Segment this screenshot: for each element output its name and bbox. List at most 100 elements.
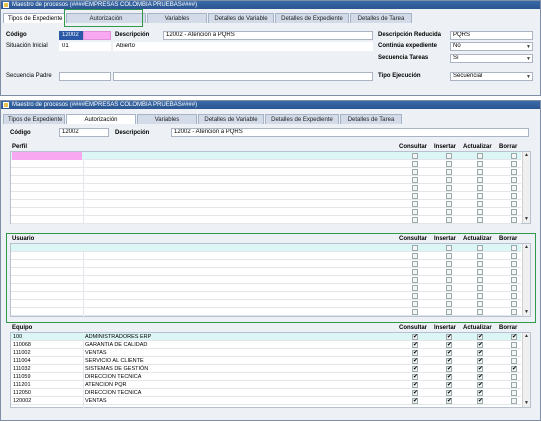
- equipo-consultar-checkbox[interactable]: ✔: [412, 382, 418, 388]
- perfil-actualizar-checkbox[interactable]: [477, 161, 483, 167]
- equipo-consultar-checkbox[interactable]: ✔: [412, 358, 418, 364]
- equipo-actualizar-checkbox[interactable]: ✔: [477, 342, 483, 348]
- perfil-borrar-checkbox[interactable]: [511, 217, 517, 223]
- equipo-actualizar-checkbox[interactable]: ✔: [477, 350, 483, 356]
- equipo-insertar-checkbox[interactable]: ✔: [446, 382, 452, 388]
- equipo-insertar-checkbox[interactable]: ✔: [446, 366, 452, 372]
- perfil-actualizar-checkbox[interactable]: [477, 193, 483, 199]
- back-tab-detalles-tarea[interactable]: Detalles de Tarea: [350, 13, 412, 23]
- tab-detalles-tarea[interactable]: Detalles de Tarea: [340, 114, 402, 124]
- perfil-row[interactable]: [11, 192, 521, 200]
- equipo-borrar-checkbox[interactable]: [511, 374, 517, 380]
- perfil-consultar-checkbox[interactable]: [412, 185, 418, 191]
- perfil-scrollbar[interactable]: ▲ ▼: [522, 152, 530, 223]
- perfil-borrar-checkbox[interactable]: [511, 193, 517, 199]
- equipo-consultar-checkbox[interactable]: ✔: [412, 366, 418, 372]
- perfil-insertar-checkbox[interactable]: [446, 153, 452, 159]
- perfil-actualizar-checkbox[interactable]: [477, 169, 483, 175]
- perfil-insertar-checkbox[interactable]: [446, 169, 452, 175]
- tab-tipos-expediente[interactable]: Tipos de Expediente: [3, 114, 65, 124]
- perfil-insertar-checkbox[interactable]: [446, 217, 452, 223]
- perfil-consultar-checkbox[interactable]: [412, 161, 418, 167]
- equipo-actualizar-checkbox[interactable]: ✔: [477, 334, 483, 340]
- equipo-consultar-checkbox[interactable]: ✔: [412, 342, 418, 348]
- equipo-insertar-checkbox[interactable]: ✔: [446, 398, 452, 404]
- equipo-insertar-checkbox[interactable]: ✔: [446, 342, 452, 348]
- perfil-actualizar-checkbox[interactable]: [477, 185, 483, 191]
- perfil-actualizar-checkbox[interactable]: [477, 209, 483, 215]
- equipo-borrar-checkbox[interactable]: [511, 350, 517, 356]
- perfil-consultar-checkbox[interactable]: [412, 169, 418, 175]
- perfil-row[interactable]: [11, 160, 521, 168]
- perfil-consultar-checkbox[interactable]: [412, 177, 418, 183]
- equipo-scrollbar[interactable]: ▲ ▼: [522, 333, 530, 407]
- perfil-actualizar-checkbox[interactable]: [477, 153, 483, 159]
- equipo-borrar-checkbox[interactable]: [511, 358, 517, 364]
- tab-detalles-variable[interactable]: Detalles de Variable: [198, 114, 264, 124]
- back-secuencia-padre-code[interactable]: [59, 72, 111, 81]
- equipo-insertar-checkbox[interactable]: ✔: [446, 374, 452, 380]
- perfil-row[interactable]: [11, 208, 521, 216]
- back-desc-reducida-field[interactable]: PQRS: [450, 31, 533, 40]
- equipo-consultar-checkbox[interactable]: ✔: [412, 398, 418, 404]
- perfil-consultar-checkbox[interactable]: [412, 209, 418, 215]
- back-situacion-value[interactable]: Abierto: [113, 42, 373, 51]
- equipo-insertar-checkbox[interactable]: ✔: [446, 390, 452, 396]
- perfil-borrar-checkbox[interactable]: [511, 177, 517, 183]
- scroll-up-icon[interactable]: ▲: [523, 333, 530, 340]
- equipo-borrar-checkbox[interactable]: [511, 382, 517, 388]
- equipo-consultar-checkbox[interactable]: ✔: [412, 390, 418, 396]
- perfil-consultar-checkbox[interactable]: [412, 201, 418, 207]
- perfil-borrar-checkbox[interactable]: [511, 201, 517, 207]
- tab-autorizacion[interactable]: Autorización: [66, 114, 136, 124]
- perfil-insertar-checkbox[interactable]: [446, 201, 452, 207]
- equipo-insertar-checkbox[interactable]: ✔: [446, 334, 452, 340]
- back-secuencia-tareas-select[interactable]: Sí ▼: [450, 54, 533, 63]
- equipo-borrar-checkbox[interactable]: ✔: [511, 334, 517, 340]
- equipo-actualizar-checkbox[interactable]: ✔: [477, 382, 483, 388]
- equipo-borrar-checkbox[interactable]: [511, 398, 517, 404]
- equipo-row[interactable]: 100 ADMINISTRADORES ERP ✔ ✔ ✔ ✔: [11, 333, 521, 341]
- perfil-row[interactable]: [11, 200, 521, 208]
- back-tab-detalles-variable[interactable]: Detalles de Variable: [208, 13, 274, 23]
- equipo-insertar-checkbox[interactable]: ✔: [446, 350, 452, 356]
- perfil-borrar-checkbox[interactable]: [511, 209, 517, 215]
- perfil-borrar-checkbox[interactable]: [511, 169, 517, 175]
- back-codigo-field[interactable]: 12002: [59, 31, 83, 40]
- perfil-insertar-checkbox[interactable]: [446, 185, 452, 191]
- scroll-down-icon[interactable]: ▼: [523, 216, 530, 223]
- tab-variables[interactable]: Variables: [137, 114, 197, 124]
- scroll-up-icon[interactable]: ▲: [523, 152, 530, 159]
- equipo-row[interactable]: 111059 DIRECCION TECNICA ✔ ✔ ✔: [11, 373, 521, 381]
- equipo-borrar-checkbox[interactable]: [511, 390, 517, 396]
- perfil-row[interactable]: [11, 216, 521, 224]
- equipo-consultar-checkbox[interactable]: ✔: [412, 350, 418, 356]
- equipo-actualizar-checkbox[interactable]: ✔: [477, 398, 483, 404]
- equipo-consultar-checkbox[interactable]: ✔: [412, 334, 418, 340]
- equipo-insertar-checkbox[interactable]: ✔: [446, 358, 452, 364]
- back-tipo-ejecucion-select[interactable]: Secuencial ▼: [450, 72, 533, 81]
- perfil-row[interactable]: [11, 152, 521, 160]
- equipo-row[interactable]: 111201 ATENCION PQR ✔ ✔ ✔: [11, 381, 521, 389]
- perfil-insertar-checkbox[interactable]: [446, 193, 452, 199]
- codigo-field[interactable]: 12002: [59, 128, 109, 137]
- back-tab-tipos[interactable]: Tipos de Expediente: [3, 13, 65, 23]
- equipo-row[interactable]: 111032 SISTEMAS DE GESTIÓN ✔ ✔ ✔ ✔: [11, 365, 521, 373]
- equipo-borrar-checkbox[interactable]: ✔: [511, 366, 517, 372]
- perfil-insertar-checkbox[interactable]: [446, 161, 452, 167]
- perfil-borrar-checkbox[interactable]: [511, 153, 517, 159]
- perfil-insertar-checkbox[interactable]: [446, 177, 452, 183]
- equipo-consultar-checkbox[interactable]: ✔: [412, 374, 418, 380]
- equipo-grid[interactable]: ▲ ▼ 100 ADMINISTRADORES ERP ✔ ✔ ✔ ✔ 110068 GARA…: [10, 332, 531, 409]
- scroll-down-icon[interactable]: ▼: [523, 400, 530, 407]
- tab-detalles-expediente[interactable]: Detalles de Expediente: [265, 114, 339, 124]
- perfil-actualizar-checkbox[interactable]: [477, 217, 483, 223]
- equipo-actualizar-checkbox[interactable]: ✔: [477, 366, 483, 372]
- back-continua-select[interactable]: No ▼: [450, 42, 533, 51]
- back-descripcion-field[interactable]: 12002 - Atencion a PQRS: [163, 31, 373, 40]
- perfil-row[interactable]: [11, 184, 521, 192]
- back-codigo-extra-field[interactable]: [83, 31, 111, 40]
- perfil-borrar-checkbox[interactable]: [511, 185, 517, 191]
- perfil-actualizar-checkbox[interactable]: [477, 201, 483, 207]
- equipo-actualizar-checkbox[interactable]: ✔: [477, 374, 483, 380]
